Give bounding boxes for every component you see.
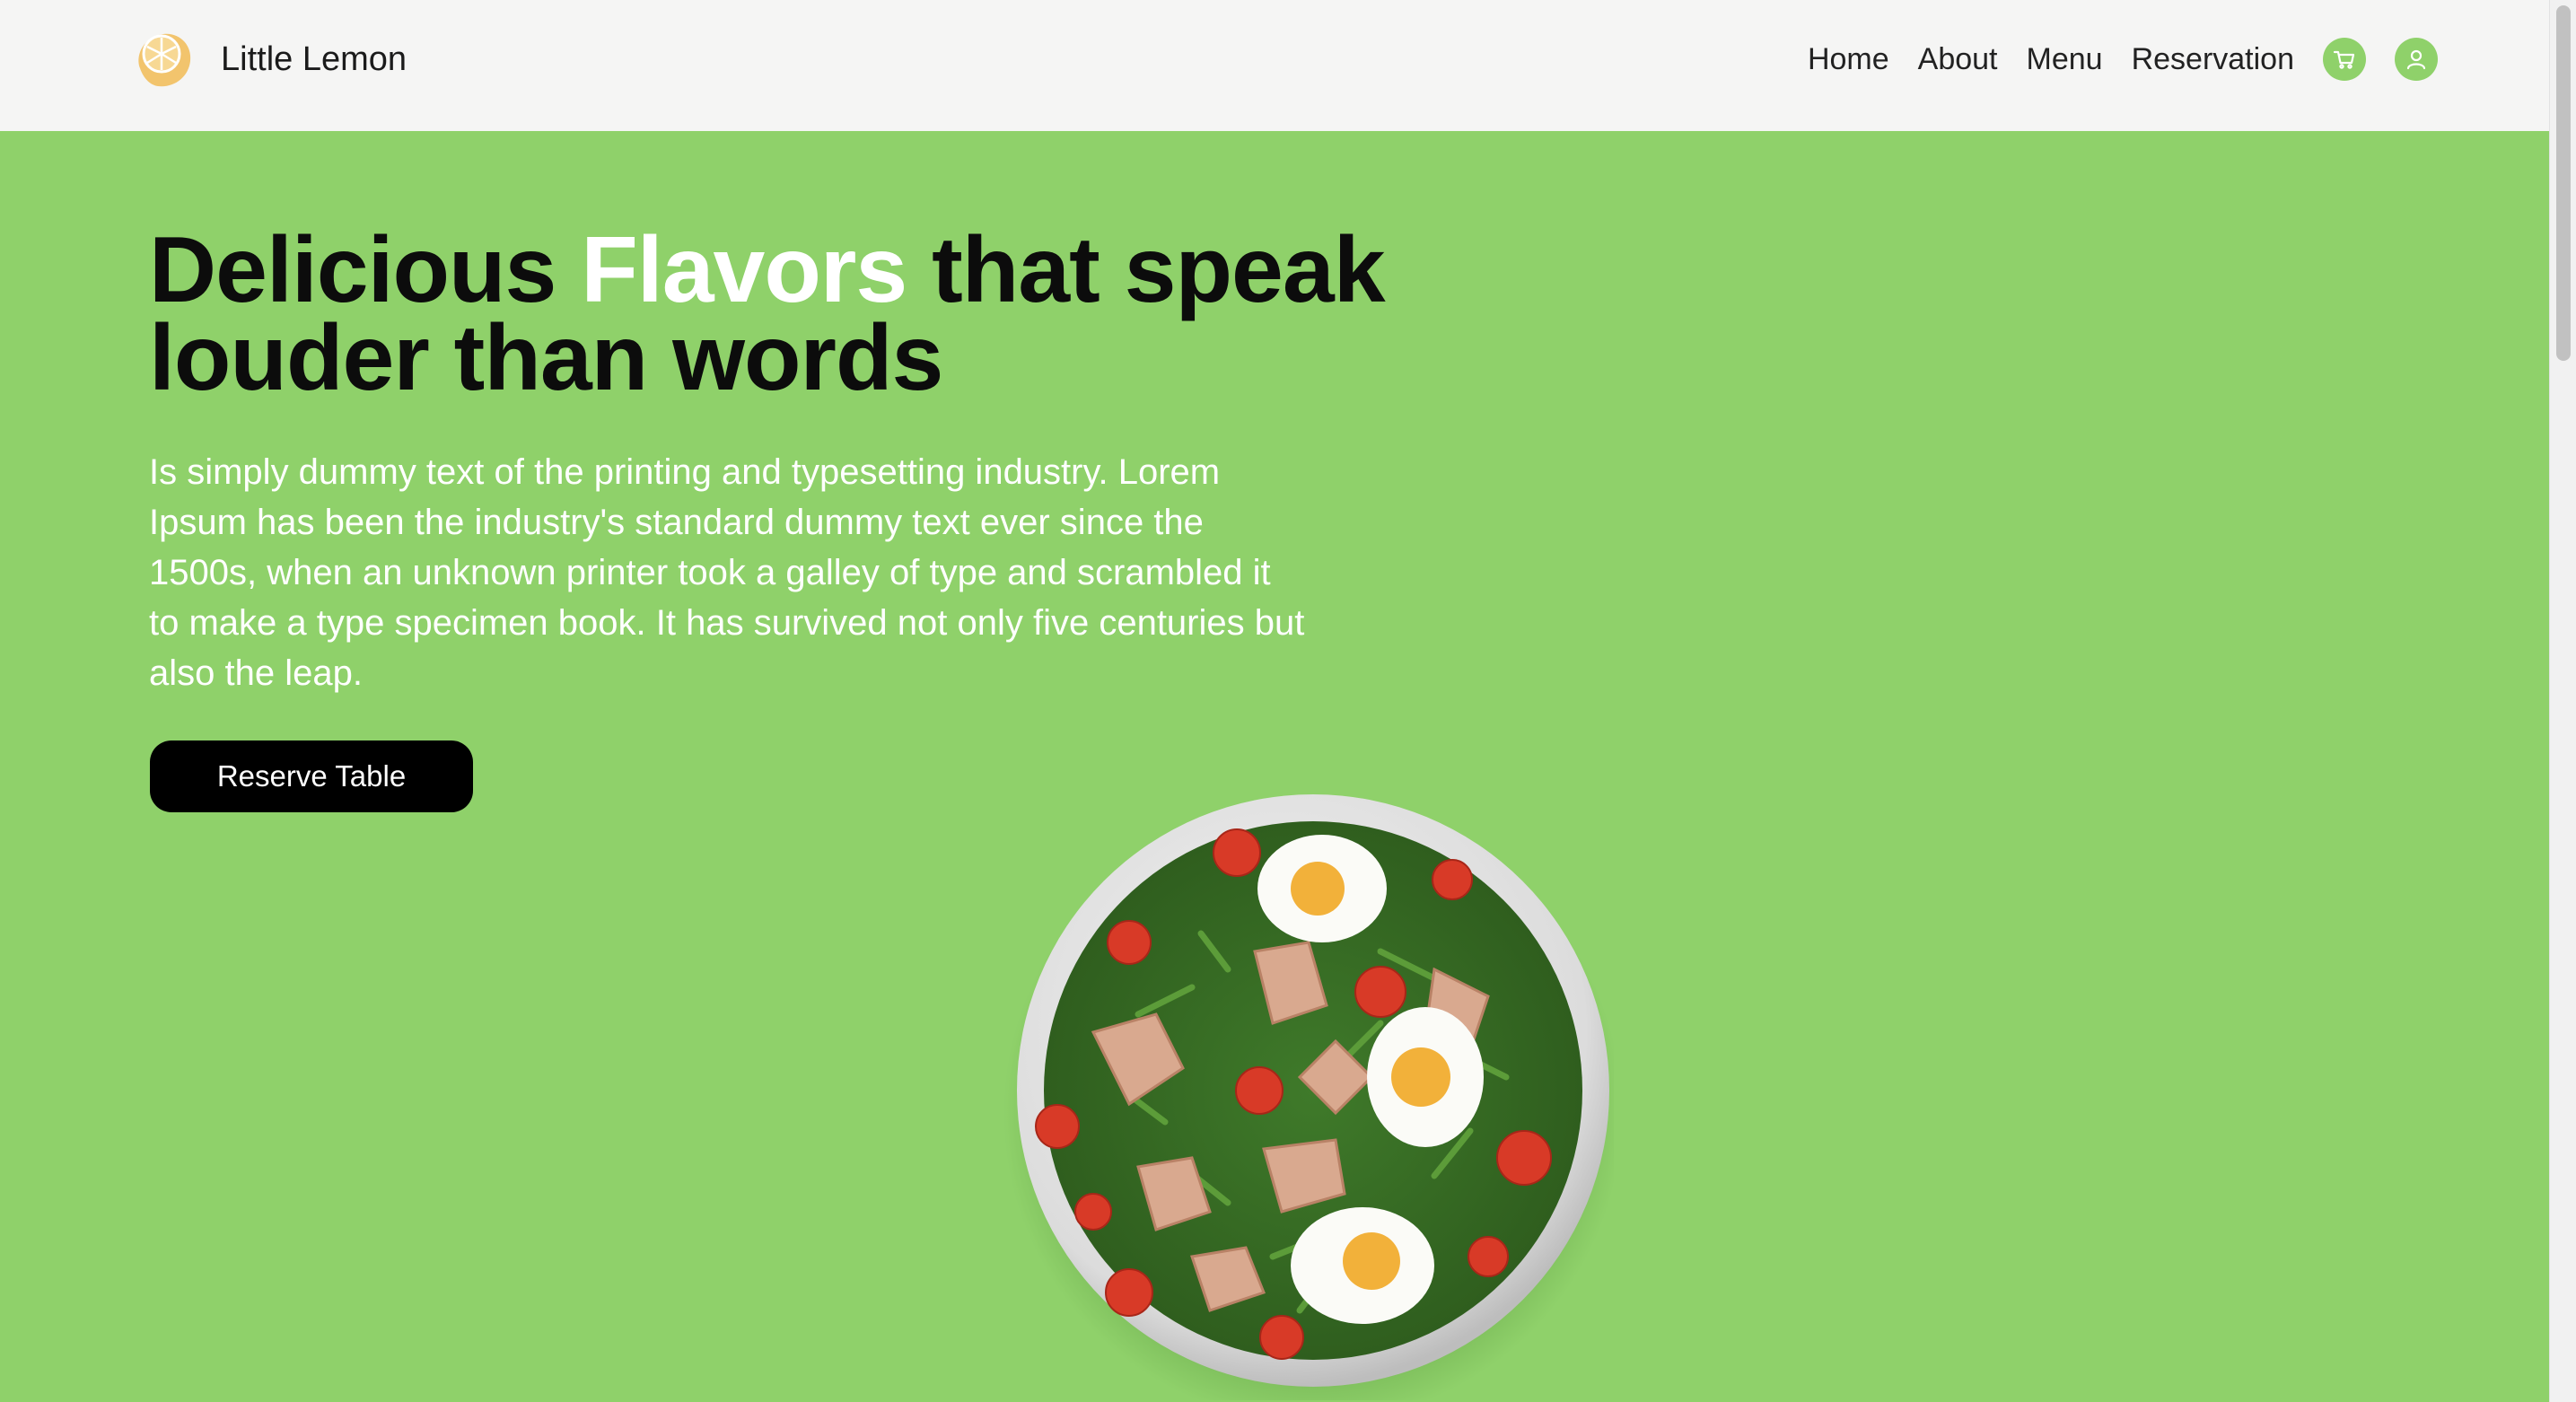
lemon-icon bbox=[138, 33, 191, 87]
cart-button[interactable] bbox=[2323, 38, 2366, 81]
salad-bowl-image bbox=[1003, 794, 1614, 1400]
nav-reservation[interactable]: Reservation bbox=[2132, 42, 2294, 77]
nav-about[interactable]: About bbox=[1918, 42, 1998, 77]
reserve-table-button[interactable]: Reserve Table bbox=[150, 740, 473, 812]
main-nav: Home About Menu Reservation bbox=[1779, 34, 2438, 84]
brand-name: Little Lemon bbox=[221, 39, 407, 78]
nav-menu[interactable]: Menu bbox=[2027, 42, 2103, 77]
hero-description: Is simply dummy text of the printing and… bbox=[149, 452, 1305, 693]
page-scrollbar[interactable] bbox=[2549, 0, 2576, 1402]
scrollbar-thumb[interactable] bbox=[2556, 5, 2571, 361]
page: Little Lemon Home About Menu Reservation bbox=[0, 0, 2576, 1402]
hero-title: Delicious Flavors that speak louder than… bbox=[149, 223, 1406, 405]
user-icon bbox=[2406, 49, 2426, 70]
brand[interactable]: Little Lemon bbox=[131, 25, 407, 93]
user-button[interactable] bbox=[2395, 38, 2438, 81]
top-navbar: Little Lemon Home About Menu Reservation bbox=[0, 0, 2549, 131]
nav-home[interactable]: Home bbox=[1808, 42, 1889, 77]
cart-icon bbox=[2333, 50, 2355, 69]
